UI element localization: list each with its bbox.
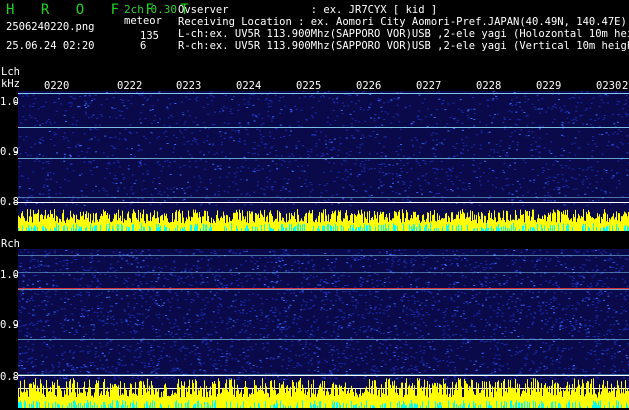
datetime-label: 25.06.24 02:20 [6,40,95,52]
location-label: Receiving Location : ex. Aomori City Aom… [178,16,627,28]
lch-channel-label: Lch [1,66,20,78]
lch-spectrogram [18,91,629,231]
rch-spectrogram [18,249,629,408]
lch-info-label: L-ch:ex. UV5R 113.900Mhz(SAPPORO VOR)USB… [178,28,629,40]
khz-unit-label: kHz [1,78,20,90]
rch-info-label: R-ch:ex. UV5R 113.900Mhz(SAPPORO VOR)USB… [178,40,629,52]
count-r-label: 6 [140,40,147,52]
filename-label: 2506240220.png [6,21,95,33]
type-label: meteor [124,15,162,27]
observer-label: Ovserver : ex. JR7CYX [ kid ] [178,4,438,16]
